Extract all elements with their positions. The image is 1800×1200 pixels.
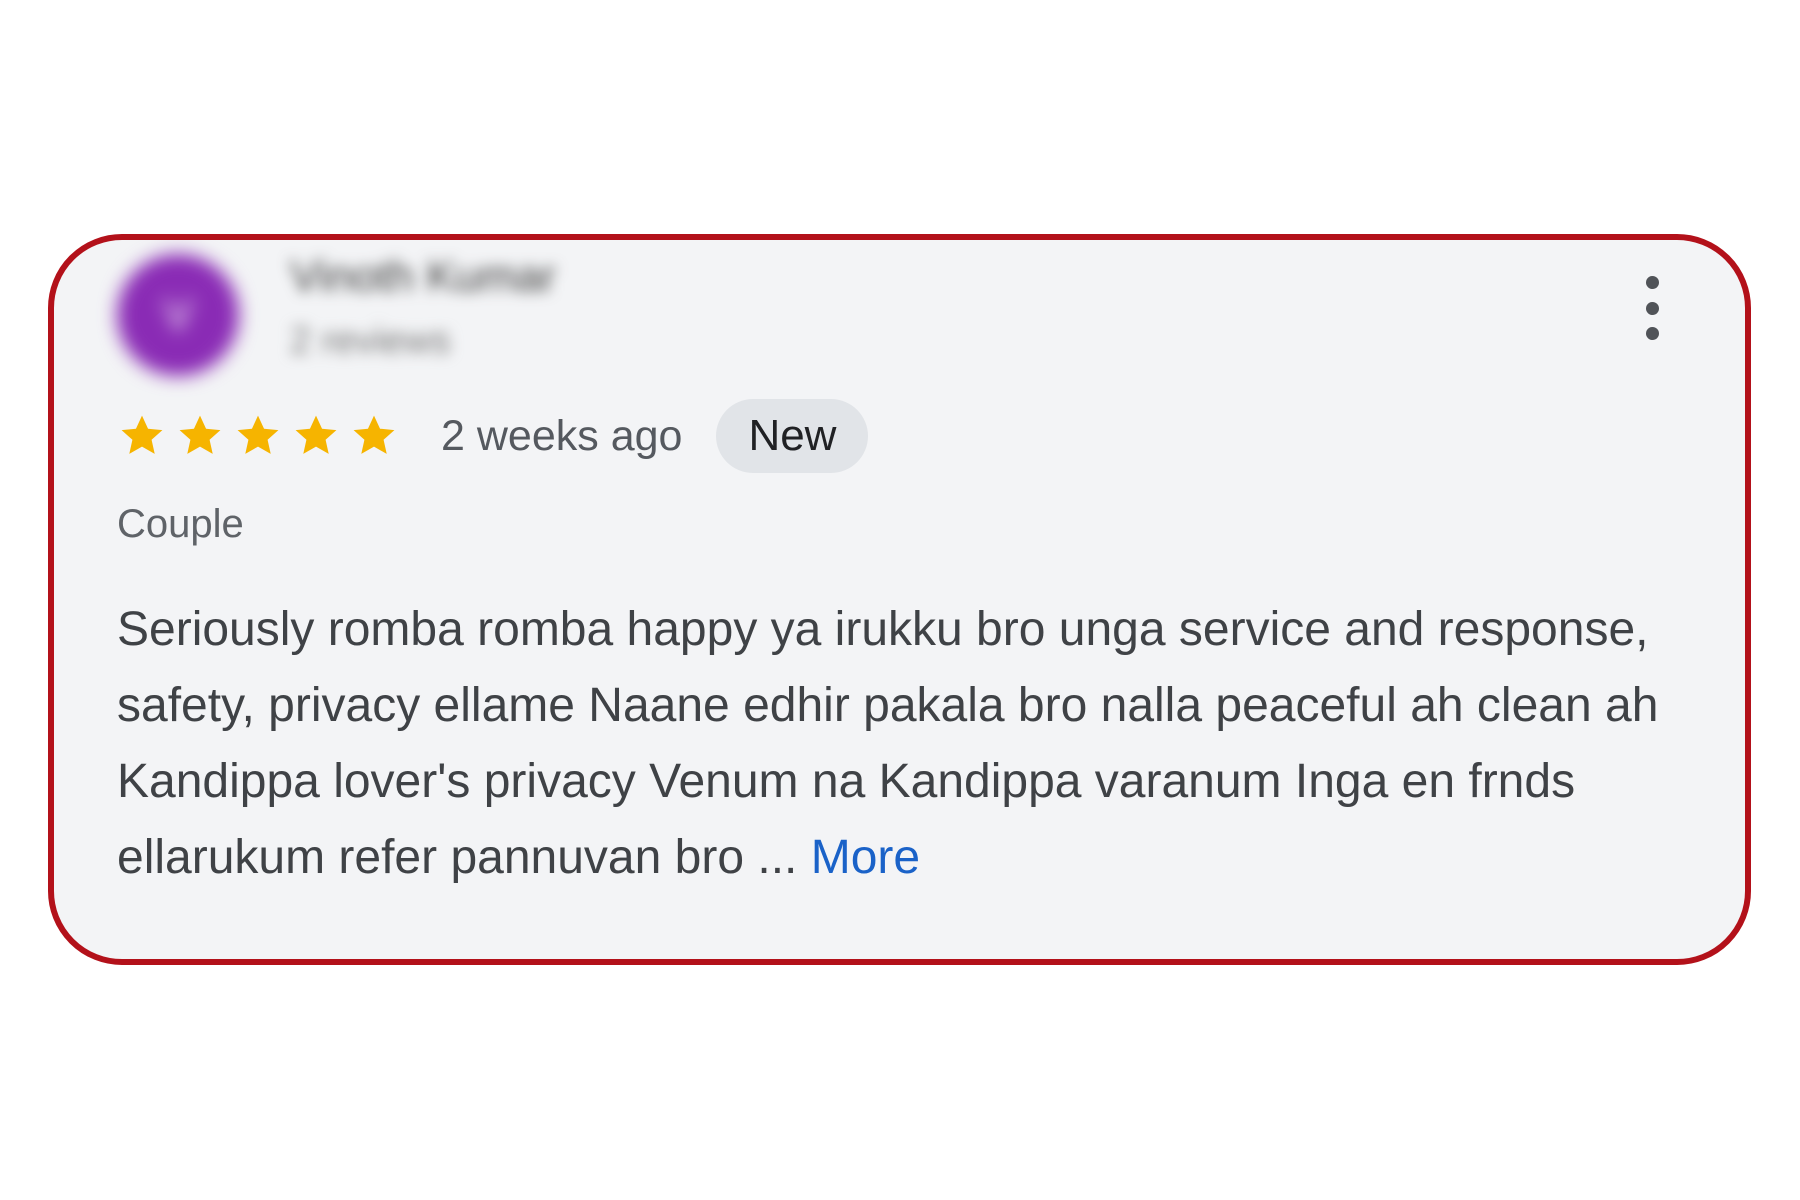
avatar[interactable]: V	[117, 254, 239, 376]
review-text: Seriously romba romba happy ya irukku br…	[117, 592, 1697, 896]
rating-row: 2 weeks ago New	[117, 398, 869, 474]
ellipsis: ...	[744, 831, 811, 884]
reviewer-name[interactable]: Vinoth Kumar	[290, 252, 556, 302]
menu-dot	[1645, 327, 1659, 340]
star-icon	[291, 411, 341, 461]
star-icon	[117, 411, 167, 461]
more-vert-icon[interactable]	[1627, 268, 1677, 348]
star-icon	[175, 411, 225, 461]
star-icon	[233, 411, 283, 461]
reviewer-review-count: 2 reviews	[290, 320, 451, 362]
menu-dot	[1645, 276, 1659, 289]
more-link[interactable]: More	[811, 831, 920, 884]
trip-type: Couple	[117, 502, 244, 546]
menu-dot	[1645, 301, 1659, 315]
avatar-initial: V	[163, 290, 193, 339]
review-card: V Vinoth Kumar 2 reviews 2 weeks ago New…	[48, 234, 1751, 965]
star-icon	[349, 411, 399, 461]
review-time: 2 weeks ago	[441, 411, 683, 460]
new-badge: New	[716, 399, 869, 473]
star-rating	[117, 411, 407, 461]
